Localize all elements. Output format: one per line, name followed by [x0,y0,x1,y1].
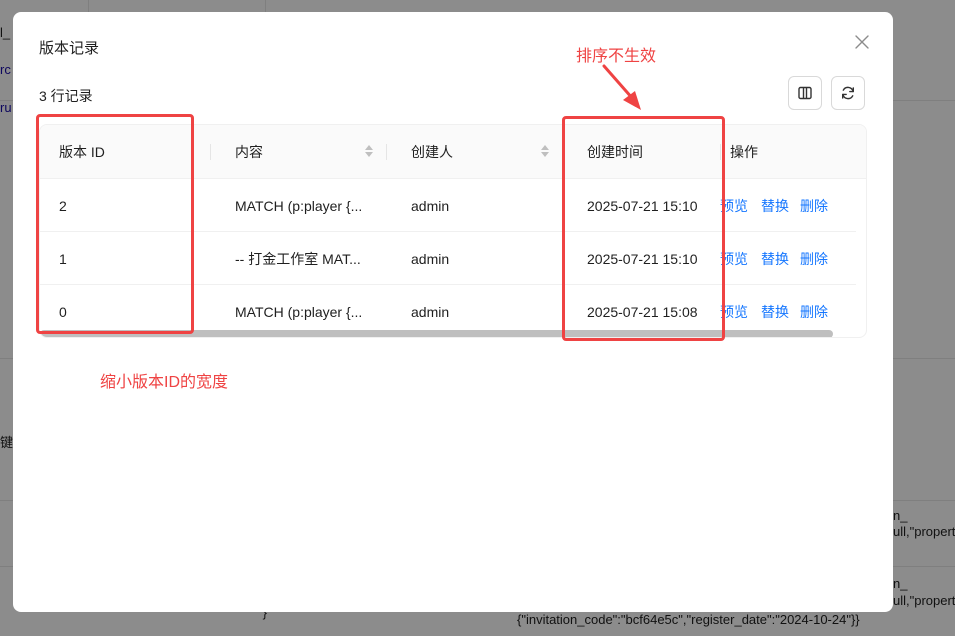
close-icon [855,35,869,49]
refresh-button[interactable] [831,76,865,110]
delete-button[interactable]: 删除 [800,179,828,232]
sort-icon[interactable] [364,145,374,159]
cell-creator: admin [411,250,450,267]
column-settings-button[interactable] [788,76,822,110]
version-history-modal: 版本记录 3 行记录 版本 ID 内容 创建人 创建时间 操作 2 MATCH … [13,12,893,612]
annotation-box-version-id [36,114,194,334]
record-count: 3 行记录 [39,88,93,104]
refresh-icon [842,86,854,100]
column-header-content[interactable]: 内容 [235,125,263,179]
close-button[interactable] [851,31,873,53]
cell-content: MATCH (p:player {... [235,197,363,214]
sort-icon[interactable] [540,145,550,159]
annotation-width-note: 缩小版本ID的宽度 [100,374,229,391]
columns-icon [798,86,812,100]
annotation-arrow-icon [602,64,641,110]
cell-creator: admin [411,197,450,214]
replace-button[interactable]: 替换 [761,232,789,285]
column-header-actions: 操作 [730,144,758,160]
column-header-creator[interactable]: 创建人 [411,125,453,179]
replace-button[interactable]: 替换 [761,179,789,232]
column-divider [210,144,211,160]
modal-title: 版本记录 [39,40,100,57]
delete-button[interactable]: 删除 [800,232,828,285]
column-divider [386,144,387,160]
cell-content: -- 打金工作室 MAT... [235,250,361,267]
annotation-box-created-at [562,116,725,341]
